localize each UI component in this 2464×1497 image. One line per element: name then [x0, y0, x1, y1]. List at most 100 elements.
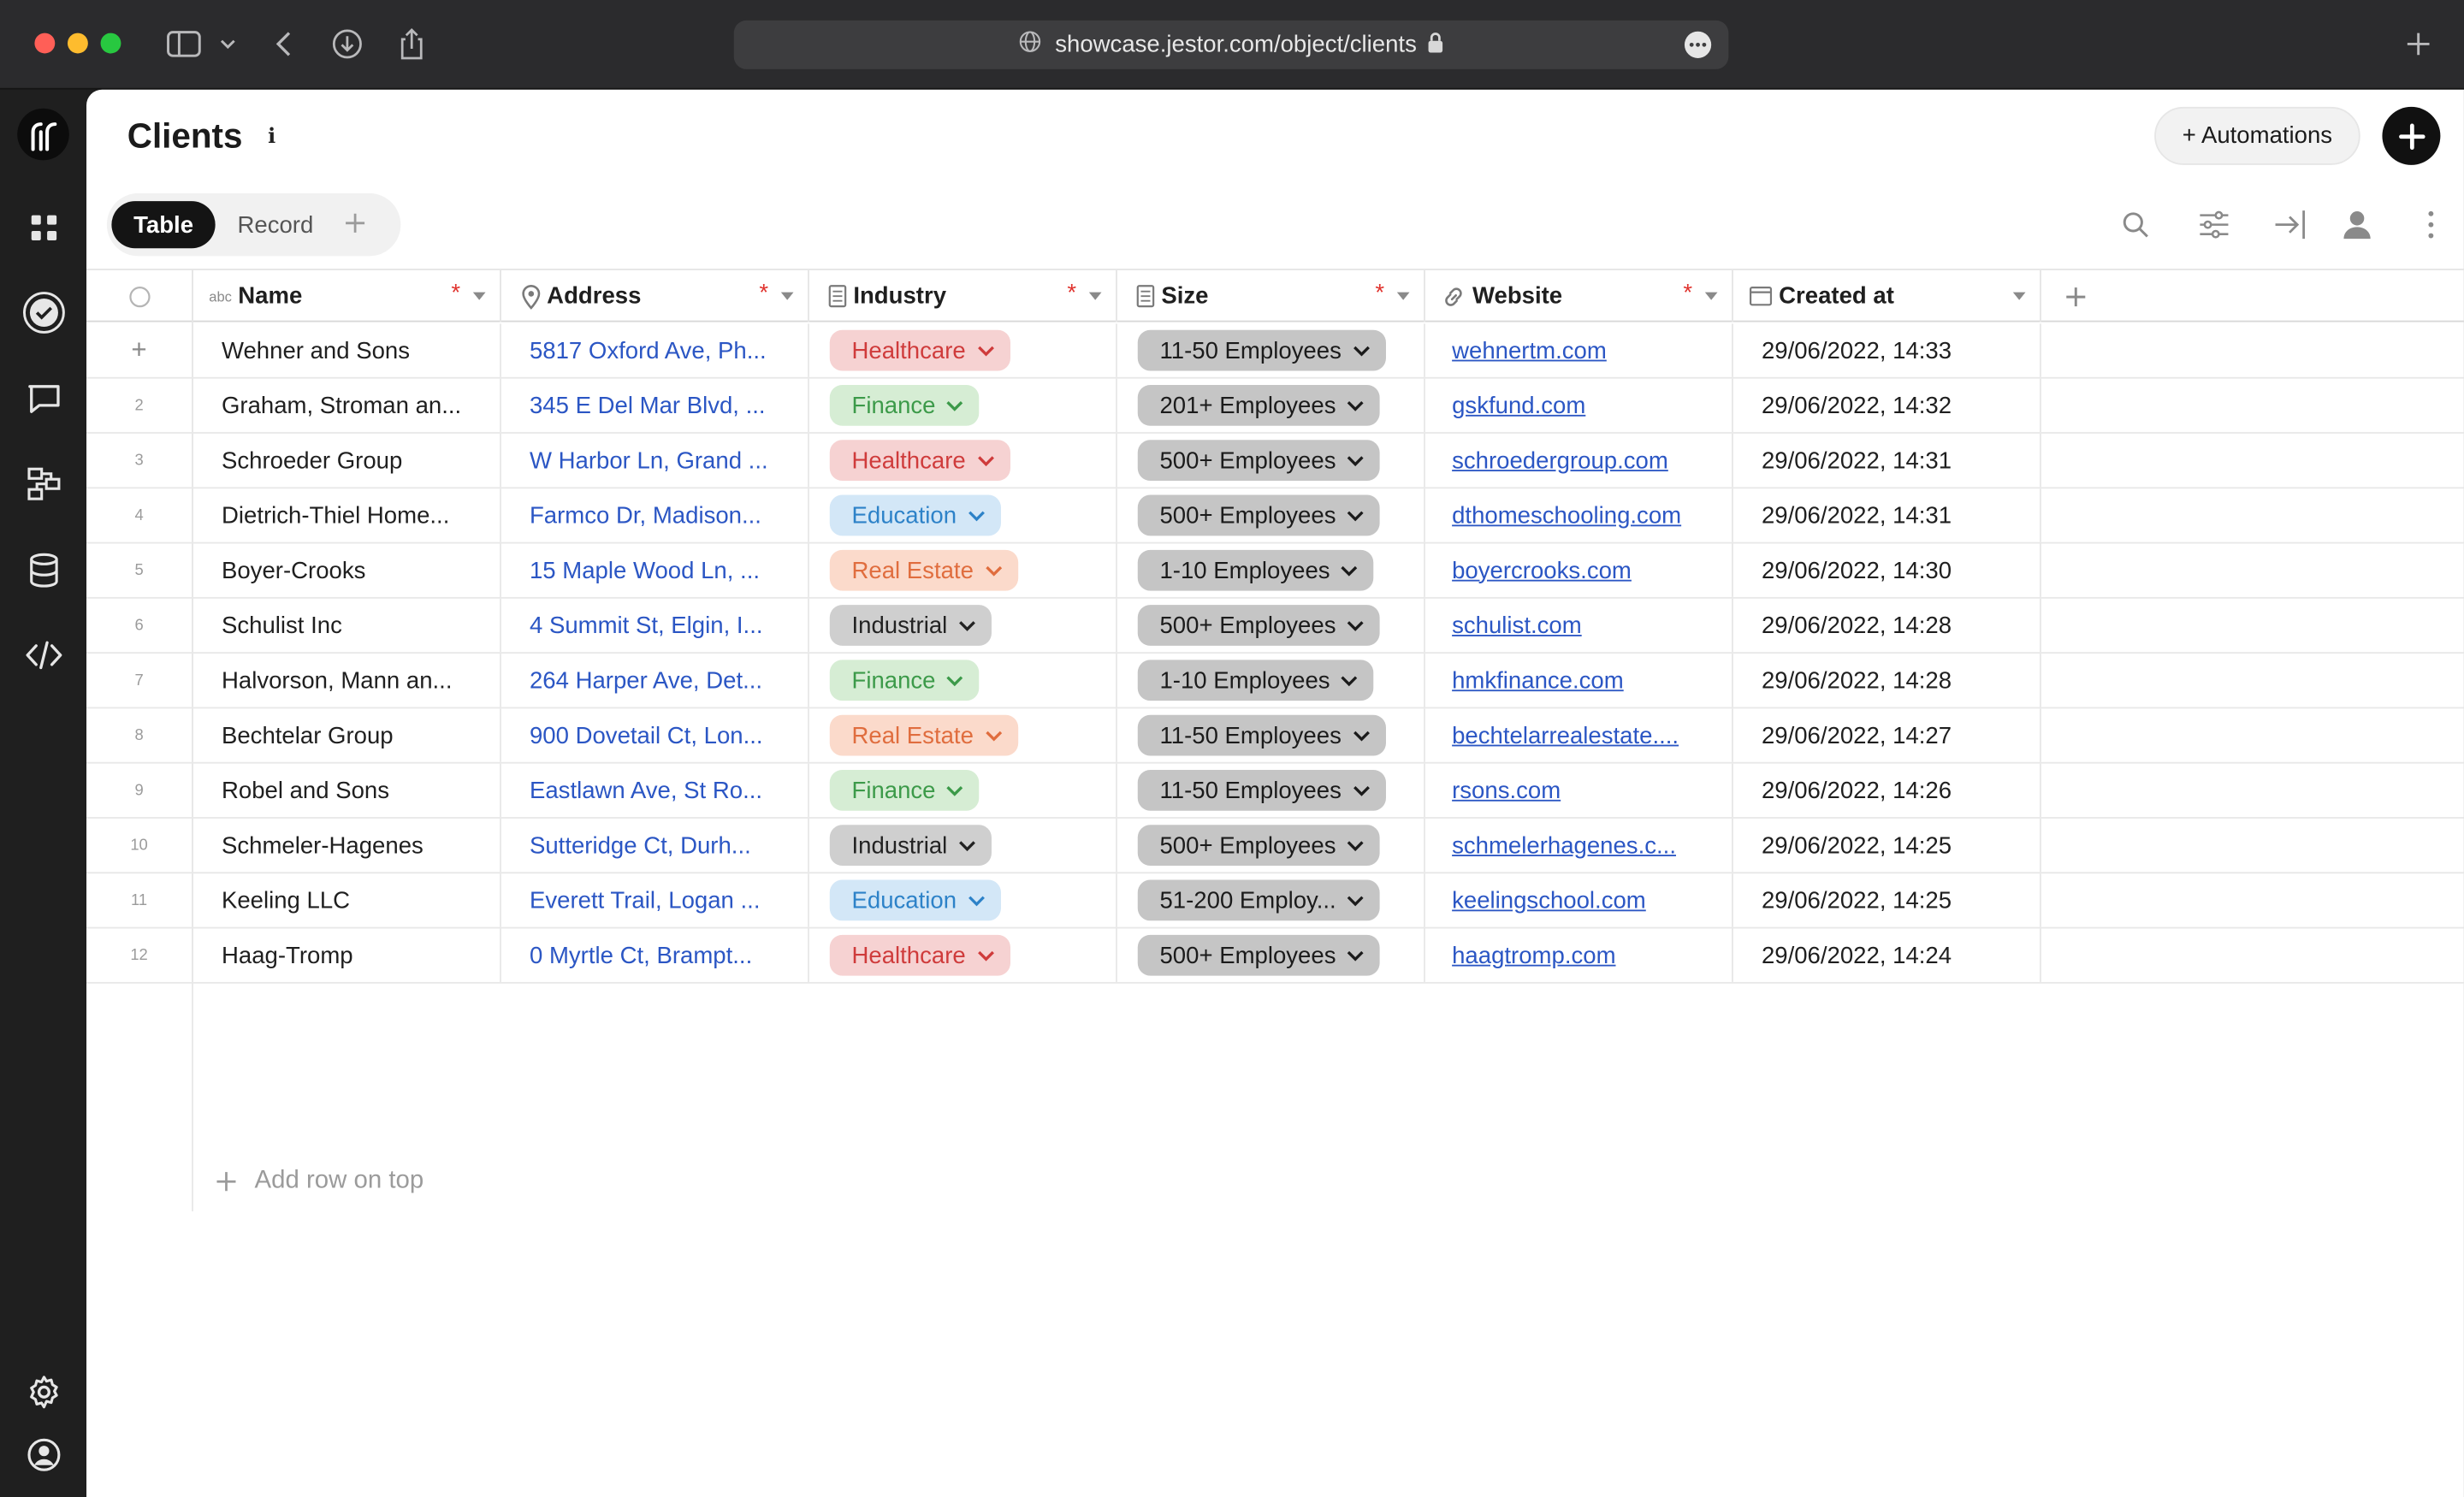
- address-bar[interactable]: showcase.jestor.com/object/clients: [733, 20, 1729, 69]
- website-link[interactable]: hmkfinance.com: [1452, 667, 1624, 694]
- cell-industry[interactable]: Finance: [809, 763, 1117, 818]
- table-row[interactable]: 3 Schroeder Group W Harbor Ln, Grand ... He…: [86, 433, 2464, 489]
- tab-table[interactable]: Table: [111, 201, 216, 249]
- row-number[interactable]: 12: [86, 928, 193, 982]
- cell-name[interactable]: Robel and Sons: [193, 763, 501, 818]
- cell-address[interactable]: 264 Harper Ave, Det...: [501, 654, 809, 707]
- cell-address[interactable]: 5817 Oxford Ave, Ph...: [501, 323, 809, 377]
- website-link[interactable]: gskfund.com: [1452, 392, 1585, 418]
- export-icon[interactable]: [2271, 206, 2308, 244]
- search-icon[interactable]: [2117, 206, 2154, 244]
- size-select-pill[interactable]: 11-50 Employees: [1137, 769, 1386, 811]
- cell-website[interactable]: haagtromp.com: [1425, 928, 1733, 982]
- industry-select-pill[interactable]: Education: [829, 494, 1001, 536]
- size-select-pill[interactable]: 500+ Employees: [1137, 825, 1380, 867]
- website-link[interactable]: haagtromp.com: [1452, 942, 1615, 968]
- size-select-pill[interactable]: 1-10 Employees: [1137, 549, 1375, 591]
- cell-size[interactable]: 500+ Employees: [1117, 488, 1425, 542]
- cell-industry[interactable]: Healthcare: [809, 323, 1117, 377]
- column-menu-caret-icon[interactable]: [2012, 292, 2026, 300]
- industry-select-pill[interactable]: Education: [829, 879, 1001, 921]
- cell-industry[interactable]: Education: [809, 488, 1117, 542]
- cell-website[interactable]: schmelerhagenes.c...: [1425, 818, 1733, 873]
- cell-industry[interactable]: Finance: [809, 654, 1117, 707]
- cell-name[interactable]: Schulist Inc: [193, 598, 501, 653]
- table-row[interactable]: 12 Haag-Tromp 0 Myrtle Ct, Brampt... Health…: [86, 928, 2464, 984]
- website-link[interactable]: schulist.com: [1452, 612, 1582, 638]
- column-menu-caret-icon[interactable]: [780, 292, 794, 300]
- cell-website[interactable]: schroedergroup.com: [1425, 433, 1733, 488]
- cell-website[interactable]: boyercrooks.com: [1425, 543, 1733, 597]
- cell-website[interactable]: hmkfinance.com: [1425, 654, 1733, 707]
- column-menu-caret-icon[interactable]: [472, 292, 486, 300]
- cell-size[interactable]: 51-200 Employ...: [1117, 873, 1425, 927]
- size-select-pill[interactable]: 1-10 Employees: [1137, 660, 1375, 701]
- row-number[interactable]: 7: [86, 654, 193, 707]
- zoom-window-button[interactable]: [100, 33, 121, 54]
- size-select-pill[interactable]: 11-50 Employees: [1137, 714, 1386, 756]
- cell-size[interactable]: 500+ Employees: [1117, 928, 1425, 982]
- cell-website[interactable]: bechtelarrealestate....: [1425, 708, 1733, 762]
- size-select-pill[interactable]: 500+ Employees: [1137, 934, 1380, 976]
- automations-button[interactable]: + Automations: [2154, 106, 2360, 165]
- back-arrow-icon[interactable]: [267, 24, 299, 65]
- industry-select-pill[interactable]: Industrial: [829, 825, 992, 867]
- cell-address[interactable]: 4 Summit St, Elgin, I...: [501, 598, 809, 653]
- cell-website[interactable]: dthomeschooling.com: [1425, 488, 1733, 542]
- sidebar-toggle-icon[interactable]: [163, 24, 204, 65]
- cell-name[interactable]: Keeling LLC: [193, 873, 501, 927]
- size-select-pill[interactable]: 11-50 Employees: [1137, 329, 1386, 371]
- industry-select-pill[interactable]: Finance: [829, 769, 980, 811]
- column-header-created-at[interactable]: Created at: [1733, 269, 2041, 322]
- industry-select-pill[interactable]: Finance: [829, 384, 980, 426]
- column-header-name[interactable]: abc Name *: [193, 269, 501, 322]
- table-row[interactable]: 8 Bechtelar Group 900 Dovetail Ct, Lon... R…: [86, 708, 2464, 764]
- cell-address[interactable]: 345 E Del Mar Blvd, ...: [501, 378, 809, 433]
- filter-sliders-icon[interactable]: [2195, 206, 2233, 244]
- cell-size[interactable]: 11-50 Employees: [1117, 763, 1425, 818]
- cell-industry[interactable]: Industrial: [809, 818, 1117, 873]
- cell-address[interactable]: 0 Myrtle Ct, Brampt...: [501, 928, 809, 982]
- minimize-window-button[interactable]: [67, 33, 88, 54]
- table-row[interactable]: 10 Schmeler-Hagenes Sutteridge Ct, Durh...…: [86, 818, 2464, 874]
- cell-name[interactable]: Schmeler-Hagenes: [193, 818, 501, 873]
- table-row[interactable]: 7 Halvorson, Mann an... 264 Harper Ave, De…: [86, 654, 2464, 709]
- select-all-checkbox[interactable]: [86, 269, 193, 322]
- industry-select-pill[interactable]: Industrial: [829, 605, 992, 646]
- cell-size[interactable]: 11-50 Employees: [1117, 323, 1425, 377]
- tasks-check-icon[interactable]: [21, 289, 66, 334]
- cell-address[interactable]: 15 Maple Wood Ln, ...: [501, 543, 809, 597]
- more-vertical-icon[interactable]: [2412, 206, 2449, 244]
- cell-name[interactable]: Dietrich-Thiel Home...: [193, 488, 501, 542]
- cell-size[interactable]: 500+ Employees: [1117, 433, 1425, 488]
- industry-select-pill[interactable]: Healthcare: [829, 440, 1010, 482]
- cell-name[interactable]: Haag-Tromp: [193, 928, 501, 982]
- user-profile-icon[interactable]: [21, 1431, 66, 1476]
- industry-select-pill[interactable]: Healthcare: [829, 934, 1010, 976]
- add-view-icon[interactable]: [345, 207, 367, 243]
- cell-size[interactable]: 500+ Employees: [1117, 818, 1425, 873]
- industry-select-pill[interactable]: Healthcare: [829, 329, 1010, 371]
- cell-size[interactable]: 1-10 Employees: [1117, 654, 1425, 707]
- jestor-logo[interactable]: [17, 108, 69, 161]
- industry-select-pill[interactable]: Real Estate: [829, 714, 1018, 756]
- cell-address[interactable]: Everett Trail, Logan ...: [501, 873, 809, 927]
- cell-name[interactable]: Wehner and Sons: [193, 323, 501, 377]
- cell-size[interactable]: 11-50 Employees: [1117, 708, 1425, 762]
- add-column-button[interactable]: [2041, 270, 2111, 322]
- column-header-website[interactable]: Website *: [1425, 269, 1733, 322]
- close-window-button[interactable]: [34, 33, 56, 54]
- cell-industry[interactable]: Education: [809, 873, 1117, 927]
- chevron-down-icon[interactable]: [216, 24, 239, 65]
- info-icon[interactable]: i: [258, 122, 286, 151]
- column-header-size[interactable]: Size *: [1117, 269, 1425, 322]
- cell-website[interactable]: schulist.com: [1425, 598, 1733, 653]
- add-row-on-top-button[interactable]: Add row on top: [216, 1168, 424, 1196]
- chat-icon[interactable]: [21, 376, 66, 421]
- size-select-pill[interactable]: 500+ Employees: [1137, 440, 1380, 482]
- column-menu-caret-icon[interactable]: [1704, 292, 1718, 300]
- website-link[interactable]: schroedergroup.com: [1452, 447, 1668, 474]
- row-number[interactable]: 4: [86, 488, 193, 542]
- row-number[interactable]: +: [86, 323, 193, 377]
- cell-name[interactable]: Boyer-Crooks: [193, 543, 501, 597]
